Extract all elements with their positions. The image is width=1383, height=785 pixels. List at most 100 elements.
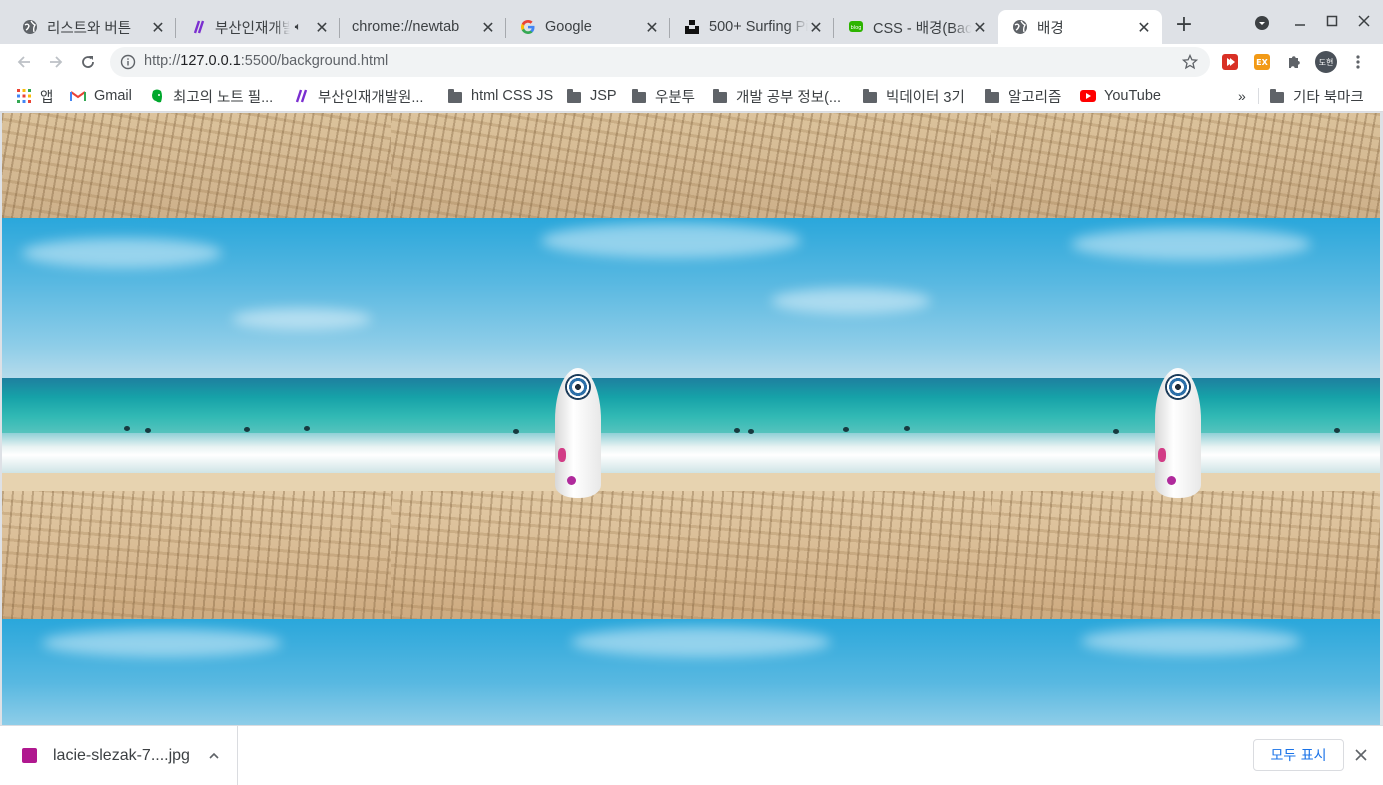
google-icon [520,19,536,35]
bookmark-label: Gmail [94,88,132,104]
tab-google[interactable]: Google ✕ [506,10,670,44]
bookmark-evernote[interactable]: 최고의 노트 필... [149,85,273,107]
surfboard [555,368,601,498]
folder-icon [712,88,728,104]
gmail-icon [70,88,86,104]
folder-icon [984,88,1000,104]
url-text[interactable]: http://127.0.0.1:5500/background.html [144,53,388,69]
evernote-icon [149,88,165,104]
surfboard [1155,368,1201,498]
url-host: 127.0.0.1 [180,53,241,69]
tab-title: CSS - 배경(Background) [873,20,972,37]
folder-icon [566,88,582,104]
tab-background-active[interactable]: 배경 ✕ [998,10,1162,44]
bookmark-label: 빅데이터 3기 [886,89,965,106]
profile-avatar[interactable]: 도현 [1315,51,1337,73]
bookmark-busan[interactable]: 부산인재개발원... [294,85,423,107]
window-close-icon[interactable] [1355,12,1373,30]
bookmark-gmail[interactable]: Gmail [70,85,132,107]
red-extension-icon[interactable] [1222,54,1238,70]
tab-newtab[interactable]: chrome://newtab ✕ [340,10,506,44]
close-icon[interactable]: ✕ [1136,18,1152,37]
url-path: :5500/background.html [240,53,389,69]
bookmark-label: 앱 [40,89,54,106]
close-icon[interactable] [1354,747,1368,766]
unsplash-icon [684,19,700,35]
close-icon[interactable]: ✕ [808,18,824,37]
bookmark-folder-ubuntu[interactable]: 우분투 [631,85,695,107]
avatar-label: 도현 [1318,57,1334,67]
tab-title: 리스트와 버튼 [47,20,132,37]
bookmark-label: 우분투 [655,89,696,106]
bookmark-folder-algorithm[interactable]: 알고리즘 [984,85,1061,107]
bookmark-label: 기타 북마크 [1293,89,1364,106]
tab-title: 500+ Surfing Pictures [709,19,808,35]
bookmark-label: 부산인재개발원... [318,89,424,106]
bookmark-other-folder[interactable]: 기타 북마크 [1269,85,1364,107]
bookmark-apps[interactable]: 앱 [16,85,53,107]
folder-icon [1269,88,1285,104]
speaker-icon[interactable]: 🔈︎ [290,19,306,35]
close-icon[interactable]: ✕ [150,18,166,37]
download-filename: lacie-slezak-7....jpg [53,747,190,764]
globe-icon [1012,19,1028,35]
minimize-icon[interactable] [1291,14,1309,32]
chevron-up-icon[interactable] [207,748,221,767]
tab-busan[interactable]: 부산인재개발원 🔈︎ ✕ [176,10,340,44]
tab-unsplash[interactable]: 500+ Surfing Pictures ✕ [670,10,834,44]
navigation-toolbar: http://127.0.0.1:5500/background.html EX… [0,44,1383,80]
orange-extension-icon[interactable]: EX [1254,54,1270,70]
bookmark-label: JSP [590,88,617,104]
bookmark-folder-dev-info[interactable]: 개발 공부 정보(... [712,85,841,107]
bookmark-star-icon[interactable] [1181,53,1199,74]
tab-title: 부산인재개발원 [215,20,290,37]
folder-icon [631,88,647,104]
extensions-puzzle-icon[interactable] [1284,52,1304,72]
tab-list-button[interactable]: 리스트와 버튼 ✕ [8,10,176,44]
site-info-icon[interactable] [120,54,136,74]
new-tab-button[interactable]: + [1174,14,1194,36]
background-tile-center [391,113,991,725]
maximize-icon[interactable] [1323,12,1341,30]
bookmark-label: 최고의 노트 필... [173,89,274,106]
tab-css-background[interactable]: blog CSS - 배경(Background) ✕ [834,10,998,44]
tab-search-icon[interactable] [1253,14,1271,32]
close-icon[interactable]: ✕ [644,18,660,37]
double-slash-icon [190,19,206,35]
bookmark-folder-html-css-js[interactable]: html CSS JS [447,85,553,107]
bookmarks-bar: 앱 Gmail 최고의 노트 필... 부산인재개발원... html CSS … [0,80,1383,112]
youtube-icon [1080,88,1096,104]
reload-icon[interactable] [78,52,98,72]
url-prefix: http:// [144,53,181,69]
blog-icon: blog [848,19,864,35]
tab-title: Google [545,19,592,35]
browser-window: 리스트와 버튼 ✕ 부산인재개발원 🔈︎ ✕ chrome://newtab ✕ [0,0,1383,785]
tab-strip: 리스트와 버튼 ✕ 부산인재개발원 🔈︎ ✕ chrome://newtab ✕ [0,0,1383,44]
svg-text:blog: blog [851,25,862,31]
close-icon[interactable]: ✕ [972,18,988,37]
folder-icon [862,88,878,104]
bookmark-folder-bigdata[interactable]: 빅데이터 3기 [862,85,965,107]
bookmark-label: 개발 공부 정보(... [736,89,842,106]
close-icon[interactable]: ✕ [480,18,496,37]
back-arrow-icon[interactable] [14,52,34,72]
page-content-background [2,113,1380,725]
tab-title: 배경 [1037,20,1064,37]
globe-icon [22,19,38,35]
image-file-icon [22,748,37,763]
bookmarks-overflow-chevron-icon[interactable]: » [1238,85,1246,107]
more-menu-icon[interactable] [1348,52,1368,72]
apps-grid-icon [16,88,32,104]
address-bar[interactable]: http://127.0.0.1:5500/background.html [110,47,1210,77]
forward-arrow-icon[interactable] [46,52,66,72]
download-item[interactable]: lacie-slezak-7....jpg [0,726,238,785]
bookmark-label: html CSS JS [471,88,554,104]
show-all-downloads-button[interactable]: 모두 표시 [1253,739,1344,771]
tab-title: chrome://newtab [352,19,460,35]
bookmark-youtube[interactable]: YouTube [1080,85,1161,107]
close-icon[interactable]: ✕ [314,18,330,37]
bookmark-label: YouTube [1104,88,1161,104]
bookmark-folder-jsp[interactable]: JSP [566,85,617,107]
double-slash-icon [294,88,310,104]
background-tile-left [2,113,391,725]
